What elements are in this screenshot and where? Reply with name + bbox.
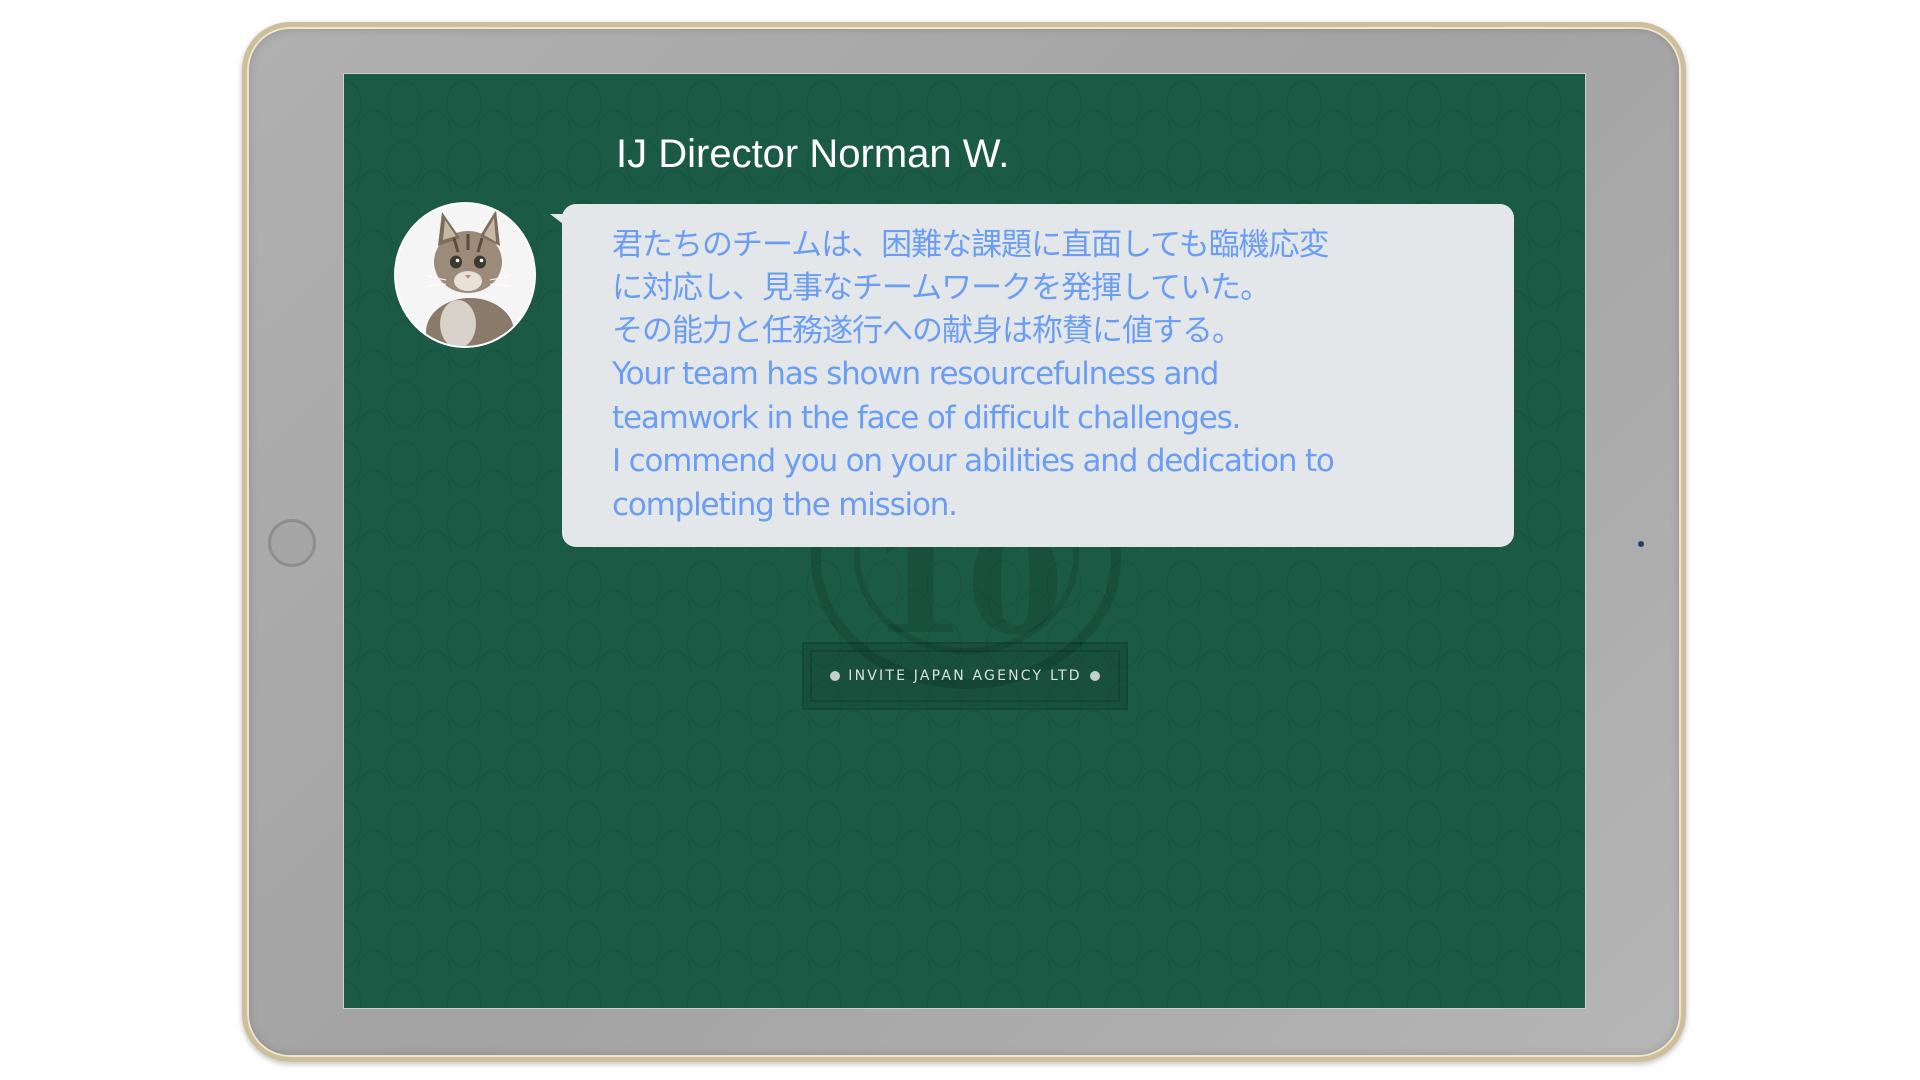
front-camera: [1638, 541, 1644, 547]
home-button[interactable]: [268, 519, 316, 567]
plaque-dot-right-icon: [1089, 671, 1100, 681]
message-english: Your team has shown resourcefulness and …: [612, 356, 1335, 523]
agency-plaque: INVITE JAPAN AGENCY LTD: [802, 642, 1128, 710]
plaque-dot-left-icon: [830, 671, 841, 681]
speech-bubble: 君たちのチームは、困難な課題に直面しても臨機応変 に対応し、見事なチームワークを…: [562, 204, 1514, 547]
speaker-name: IJ Director Norman W.: [616, 132, 1010, 176]
speaker-avatar: [394, 202, 536, 348]
agency-name: INVITE JAPAN AGENCY LTD: [848, 668, 1082, 684]
message-japanese: 君たちのチームは、困難な課題に直面しても臨機応変 に対応し、見事なチームワークを…: [612, 227, 1330, 349]
game-screen: 10 INVITE JAPAN AGENCY LTD IJ Director N…: [343, 73, 1586, 1009]
kitten-avatar-icon: [396, 204, 534, 346]
